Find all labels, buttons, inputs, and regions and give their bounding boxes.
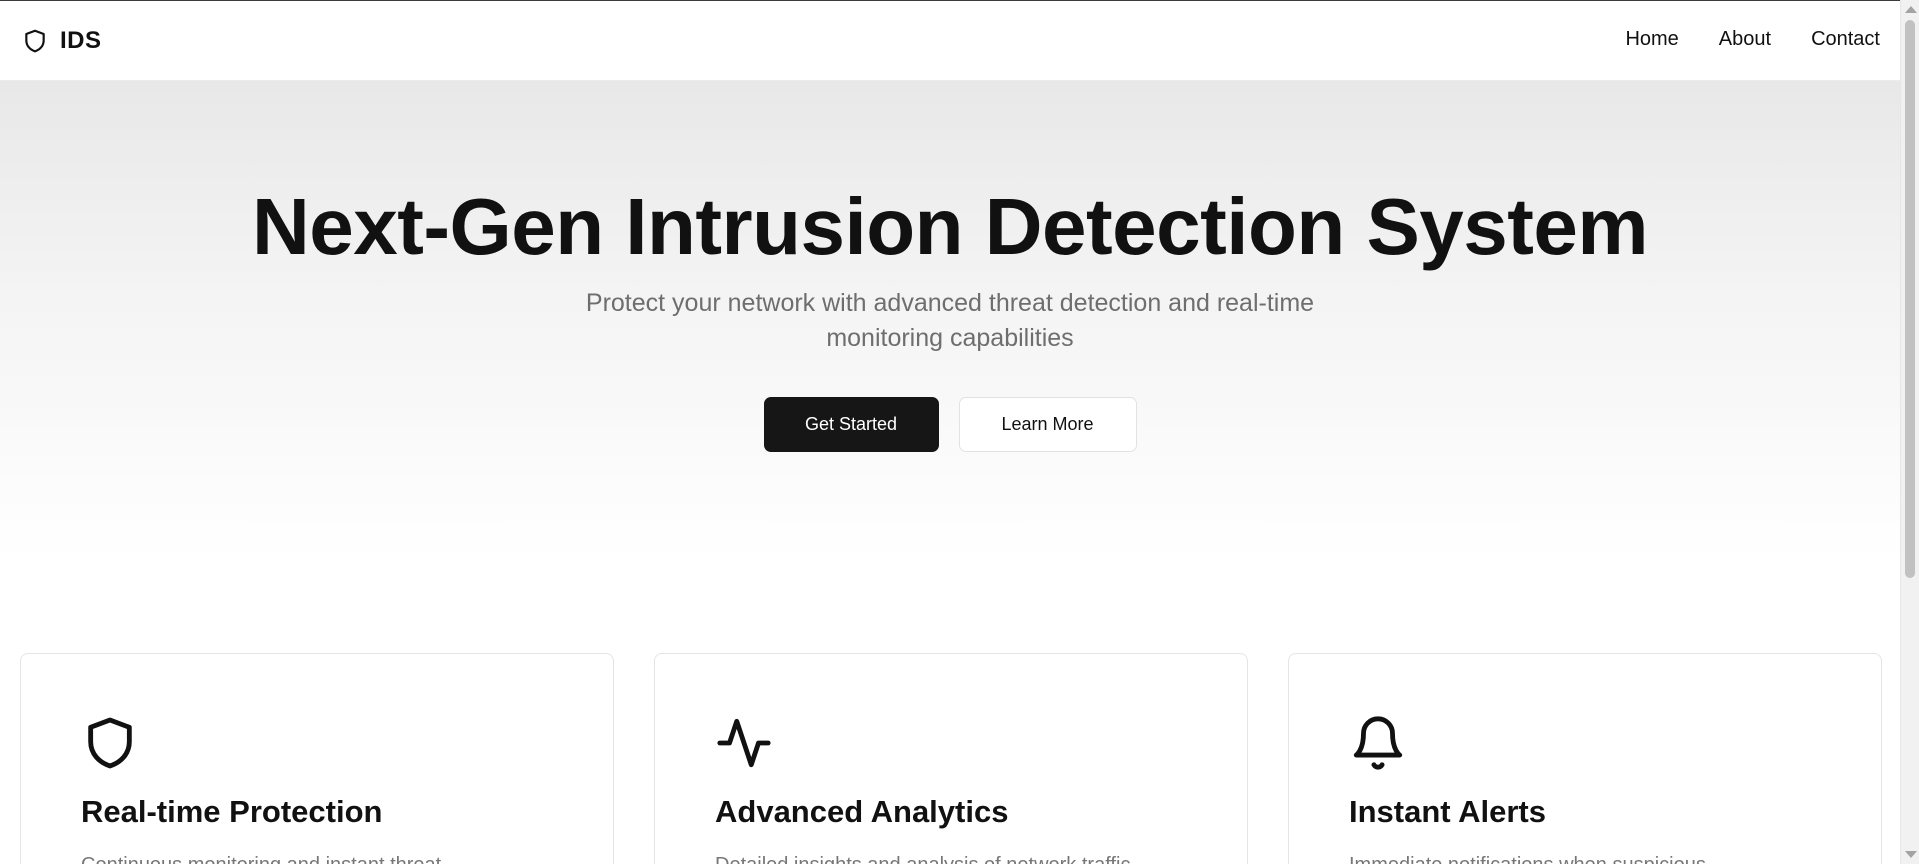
scroll-down-arrow-icon[interactable] <box>1905 851 1917 858</box>
hero-buttons: Get Started Learn More <box>0 397 1900 452</box>
navbar: IDS Home About Contact <box>0 1 1900 81</box>
feature-card-instant-alerts: Instant Alerts Immediate notifications w… <box>1288 653 1882 864</box>
feature-card-advanced-analytics: Advanced Analytics Detailed insights and… <box>654 653 1248 864</box>
feature-description: Continuous monitoring and instant threat… <box>81 854 458 864</box>
shield-icon <box>88 717 132 769</box>
scrollbar-thumb[interactable] <box>1905 20 1915 578</box>
shield-icon <box>25 29 45 53</box>
nav-link-about[interactable]: About <box>1719 28 1771 51</box>
vertical-scrollbar[interactable] <box>1900 0 1919 864</box>
brand-name: IDS <box>60 27 102 54</box>
hero-title: Next-Gen Intrusion Detection System <box>251 182 1649 271</box>
brand-logo[interactable]: IDS <box>22 25 102 57</box>
feature-card-real-time-protection: Real-time Protection Continuous monitori… <box>20 653 614 864</box>
bell-icon <box>1353 716 1403 770</box>
nav-links: Home About Contact <box>1625 28 1880 51</box>
get-started-button[interactable]: Get Started <box>763 397 939 452</box>
feature-title: Advanced Analytics <box>715 794 1009 829</box>
page: IDS Home About Contact Next-Gen Intrusio… <box>0 0 1900 864</box>
feature-title: Real-time Protection <box>81 794 383 829</box>
nav-link-home[interactable]: Home <box>1625 28 1678 51</box>
hero-section: Next-Gen Intrusion Detection System Prot… <box>0 81 1900 561</box>
hero-subtitle: Protect your network with advanced threa… <box>585 289 1315 352</box>
learn-more-button[interactable]: Learn More <box>958 397 1137 452</box>
feature-title: Instant Alerts <box>1349 794 1546 829</box>
feature-description: Detailed insights and analysis of networ… <box>715 854 1147 864</box>
feature-description: Immediate notifications when suspicious.… <box>1349 854 1723 864</box>
nav-link-contact[interactable]: Contact <box>1811 28 1880 51</box>
activity-icon <box>717 718 771 768</box>
scroll-up-arrow-icon[interactable] <box>1905 6 1917 13</box>
